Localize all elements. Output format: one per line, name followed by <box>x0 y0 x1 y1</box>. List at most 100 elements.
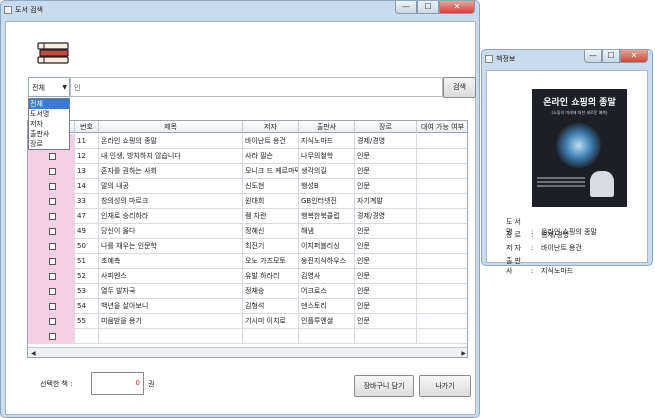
table-row[interactable]: 50 나를 채우는 인문학 최진기 이지퍼블리싱 인문 <box>28 239 467 254</box>
cell-title: 인재로 승리하라 <box>99 209 243 224</box>
table-row[interactable]: 53 열두 발자국 정재승 어크로스 인문 <box>28 284 467 299</box>
maximize-button[interactable]: ☐ <box>602 50 620 63</box>
cell-title: 온라인 쇼핑의 종말 <box>99 134 243 149</box>
category-option-publisher[interactable]: 출판사 <box>29 129 69 139</box>
table-row[interactable]: 47 인재로 승리하라 램 차란 행복한북클럽 경제/경영 <box>28 209 467 224</box>
column-header[interactable]: 대여 가능 여부 <box>417 121 467 133</box>
cell-author: 기시미 이치로 <box>243 314 299 329</box>
row-checkbox[interactable] <box>49 153 56 160</box>
cell-no: 50 <box>75 239 99 254</box>
minimize-button[interactable]: — <box>395 1 417 14</box>
row-checkbox[interactable] <box>49 168 56 175</box>
cell-available <box>417 149 467 164</box>
row-checkbox[interactable] <box>49 228 56 235</box>
info-field-colon: : <box>531 231 534 239</box>
cell-available <box>417 269 467 284</box>
cell-author: 김형석 <box>243 299 299 314</box>
column-header[interactable]: 번호 <box>75 121 99 133</box>
cell-publisher: 나무의철학 <box>299 149 355 164</box>
table-row[interactable]: 52 사피엔스 유발 하라리 김영사 인문 <box>28 269 467 284</box>
search-category-select[interactable]: 전체 ▼ <box>28 77 70 97</box>
table-row[interactable]: 54 백년을 살아보니 김형석 덴스토리 인문 <box>28 299 467 314</box>
cell-genre: 인문 <box>355 149 417 164</box>
cell-publisher: 어크로스 <box>299 284 355 299</box>
cell-no: 12 <box>75 149 99 164</box>
cell-no <box>75 329 99 344</box>
column-header[interactable]: 제목 <box>99 121 243 133</box>
cell-title: 초예측 <box>99 254 243 269</box>
row-checkbox[interactable] <box>49 183 56 190</box>
cell-author: 정혜신 <box>243 224 299 239</box>
horizontal-scrollbar[interactable]: ◀ ▶ <box>28 347 467 357</box>
add-to-cart-button[interactable]: 장바구니 담기 <box>354 375 414 397</box>
cell-available <box>417 179 467 194</box>
row-checkbox[interactable] <box>49 318 56 325</box>
search-input[interactable]: 인 <box>70 77 443 97</box>
info-field-row: 장르: 경제/경영 <box>506 230 569 240</box>
row-checkbox-cell <box>28 149 75 164</box>
table-row[interactable]: 14 말의 내공 신도현 행성B 인문 <box>28 179 467 194</box>
cell-publisher: 지식노마드 <box>299 134 355 149</box>
category-option-author[interactable]: 저자 <box>29 119 69 129</box>
cell-available <box>417 224 467 239</box>
row-checkbox[interactable] <box>49 243 56 250</box>
info-field-colon: : <box>531 267 534 275</box>
cell-genre: 인문 <box>355 314 417 329</box>
book-cover-image: 온라인 쇼핑의 종말 (쇼핑의 미래에 대한 새로운 예측) <box>532 89 627 207</box>
title-bar[interactable]: 도서 검색 — ☐ ✕ <box>1 1 479 21</box>
cell-genre: 경제/경영 <box>355 209 417 224</box>
minimize-button[interactable]: — <box>584 50 602 63</box>
maximize-button[interactable]: ☐ <box>417 1 439 14</box>
scroll-left-icon[interactable]: ◀ <box>31 350 36 357</box>
exit-button[interactable]: 나가기 <box>419 375 471 397</box>
cell-publisher: GB인터넷진 <box>299 194 355 209</box>
table-row[interactable]: 12 내 인생, 방치하지 않습니다 사라 필슨 나무의철학 인문 <box>28 149 467 164</box>
app-icon <box>4 6 12 14</box>
table-row[interactable]: 33 창의성의 마르크 원대희 GB인터넷진 자기계발 <box>28 194 467 209</box>
selected-category: 전체 <box>32 84 45 92</box>
close-button[interactable]: ✕ <box>620 50 648 63</box>
row-checkbox[interactable] <box>49 288 56 295</box>
close-button[interactable]: ✕ <box>439 1 475 14</box>
cell-genre: 인문 <box>355 269 417 284</box>
table-row[interactable]: 13 혼자를 권하는 사회 모니크 드 케르마덱 생각의길 인문 <box>28 164 467 179</box>
cell-author: 사라 필슨 <box>243 149 299 164</box>
row-checkbox-cell <box>28 299 75 314</box>
category-option-all[interactable]: 전체 <box>29 99 69 109</box>
row-checkbox[interactable] <box>49 213 56 220</box>
book-info-window: 책정보 — ☐ ✕ 온라인 쇼핑의 종말 (쇼핑의 미래에 대한 새로운 예측)… <box>481 49 653 275</box>
row-checkbox-cell <box>28 209 75 224</box>
table-row[interactable]: 49 당신이 옳다 정혜신 해냄 인문 <box>28 224 467 239</box>
row-checkbox[interactable] <box>49 198 56 205</box>
category-option-title[interactable]: 도서명 <box>29 109 69 119</box>
cell-no: 54 <box>75 299 99 314</box>
window-title: 도서 검색 <box>15 6 43 14</box>
row-checkbox[interactable] <box>49 333 56 340</box>
table-header: 번호 제목 저자 출판사 장르 대여 가능 여부 <box>28 121 467 133</box>
category-option-genre[interactable]: 장르 <box>29 139 69 149</box>
table-row[interactable]: 11 온라인 쇼핑의 종말 바이난트 용건 지식노마드 경제/경영 <box>28 134 467 149</box>
scroll-right-icon[interactable]: ▶ <box>461 350 466 357</box>
table-row[interactable]: 55 미움받을 용기 기시미 이치로 인플루엔셜 인문 <box>28 314 467 329</box>
table-row[interactable]: 51 초예측 오노 가즈모토 웅진지식하우스 인문 <box>28 254 467 269</box>
cell-author: 유발 하라리 <box>243 269 299 284</box>
column-header[interactable]: 저자 <box>243 121 299 133</box>
row-checkbox[interactable] <box>49 273 56 280</box>
cell-genre: 인문 <box>355 254 417 269</box>
search-button[interactable]: 검색 <box>443 77 476 98</box>
info-title-bar[interactable]: 책정보 — ☐ ✕ <box>482 50 652 70</box>
selected-books-label: 선택한 책 : <box>40 380 73 388</box>
book-table: 번호 제목 저자 출판사 장르 대여 가능 여부 11 온라인 쇼핑의 종말 바이난트 용건 지… <box>27 120 468 358</box>
info-field-row: 출판사: 지식노마드 <box>506 256 573 276</box>
info-field-value: 경제/경영 <box>541 231 570 239</box>
selected-count-field[interactable]: 0 <box>91 372 144 395</box>
cell-title: 창의성의 마르크 <box>99 194 243 209</box>
cell-author: 모니크 드 케르마덱 <box>243 164 299 179</box>
row-checkbox[interactable] <box>49 258 56 265</box>
table-row[interactable] <box>28 329 467 344</box>
column-header[interactable]: 장르 <box>355 121 417 133</box>
cell-genre <box>355 329 417 344</box>
column-header[interactable]: 출판사 <box>299 121 355 133</box>
info-field-colon: : <box>531 244 534 252</box>
row-checkbox[interactable] <box>49 303 56 310</box>
